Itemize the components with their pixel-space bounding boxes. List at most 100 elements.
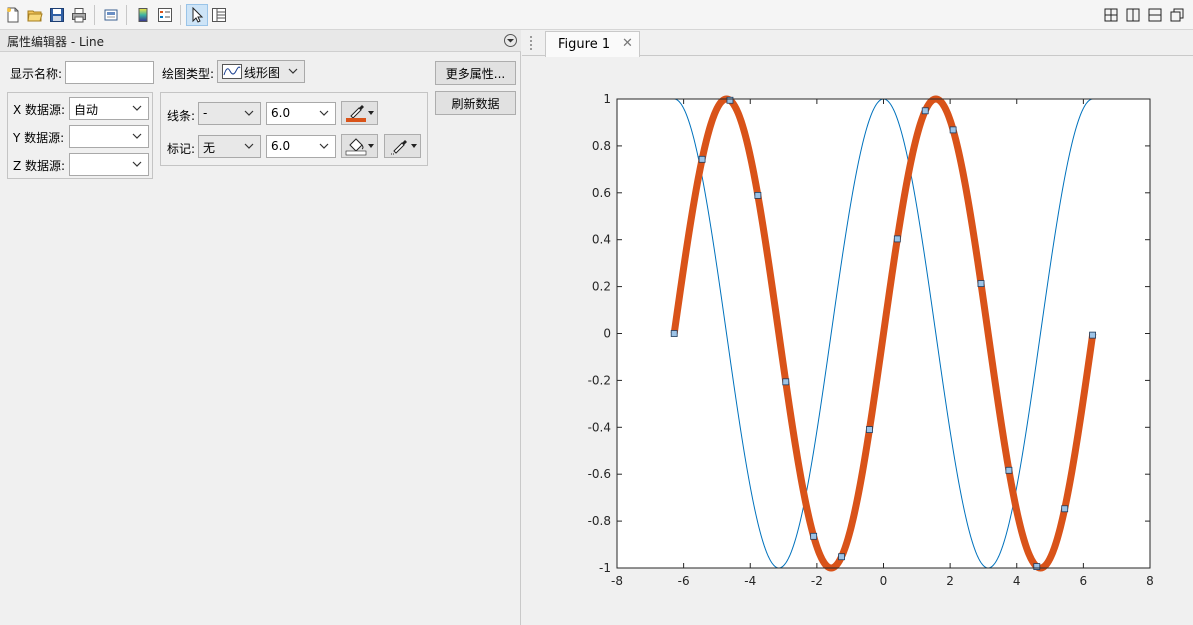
x-tick-label: -4 (744, 574, 756, 588)
restore-window-icon[interactable] (1166, 4, 1188, 26)
refresh-data-button[interactable]: 刷新数据 (435, 91, 516, 115)
plot-type-value: 线形图 (244, 66, 281, 80)
toolbar (0, 0, 1193, 30)
y-tick-label: 0.4 (592, 233, 611, 247)
line-color-button[interactable] (341, 101, 378, 125)
print-preview-icon[interactable] (100, 4, 122, 26)
x-tick-label: 2 (946, 574, 954, 588)
chevron-down-icon (319, 143, 329, 149)
chevron-down-icon (244, 110, 254, 116)
property-editor-header: 属性编辑器 - Line (0, 30, 521, 52)
chevron-down-icon (244, 143, 254, 149)
line-plot-icon (222, 64, 242, 79)
data-marker (1061, 505, 1069, 513)
data-marker (782, 378, 790, 386)
x-tick-label: 0 (880, 574, 888, 588)
close-icon[interactable]: ✕ (622, 36, 633, 51)
figure-tab-bar: Figure 1 ✕ (522, 30, 1193, 57)
print-icon[interactable] (68, 4, 90, 26)
x-source-select[interactable]: 自动 (69, 97, 149, 120)
data-marker (726, 96, 734, 104)
line-chart: -8 -6 -4 -2 0 2 4 6 8 -1 -0.8 -0.6 -0.4 -0.2 0 0.2 0.4 0.… (588, 92, 1154, 588)
data-marker (754, 192, 762, 199)
x-tick-label: -6 (678, 574, 690, 588)
y-tick-label: 0 (603, 327, 611, 341)
y-tick-label: -0.4 (588, 420, 611, 434)
y-tick-label: 0.2 (592, 280, 611, 294)
toolbar-separator (126, 5, 127, 25)
figure-canvas: -8 -6 -4 -2 0 2 4 6 8 -1 -0.8 -0.6 -0.4 -0.2 0 0.2 0.4 0.… (522, 57, 1193, 625)
line-style-value: - (203, 106, 208, 120)
line-width-select[interactable]: 6.0 (266, 102, 336, 125)
x-source-value: 自动 (74, 103, 99, 117)
chevron-down-icon (132, 161, 142, 167)
data-marker (810, 532, 818, 540)
pointer-icon[interactable] (186, 4, 208, 26)
display-name-label: 显示名称: (10, 67, 63, 81)
y-tick-label: -0.2 (588, 373, 611, 387)
x-tick-label: 8 (1146, 574, 1154, 588)
app-window: 属性编辑器 - Line 显示名称: 绘图类型: 线形图 更多属性... 刷新数… (0, 0, 1193, 625)
data-marker (1033, 563, 1041, 570)
plot-type-select[interactable]: 线形图 (217, 60, 305, 83)
line-width-value: 6.0 (271, 106, 291, 120)
caret-down-icon (368, 144, 374, 148)
marker-size-select[interactable]: 6.0 (266, 135, 336, 158)
legend-icon[interactable] (154, 4, 176, 26)
data-marker (670, 330, 678, 337)
y-tick-label: 0.8 (592, 139, 611, 153)
marker-value: 无 (203, 141, 216, 155)
toolbar-separator (180, 5, 181, 25)
fill-bucket-icon (345, 138, 367, 156)
marker-edge-color-button[interactable] (384, 134, 421, 158)
y-tick-label: 0.6 (592, 186, 611, 200)
line-label: 线条: (167, 109, 196, 123)
marker-face-color-button[interactable] (341, 134, 378, 158)
collapse-panel-icon[interactable] (504, 34, 517, 47)
y-source-label: Y 数据源: (13, 131, 65, 145)
drag-grip-icon[interactable] (530, 36, 536, 50)
caret-down-icon (411, 144, 417, 148)
chevron-down-icon (132, 105, 142, 111)
more-properties-button[interactable]: 更多属性... (435, 61, 516, 85)
colorbar-icon[interactable] (132, 4, 154, 26)
y-tick-label: -0.8 (588, 514, 611, 528)
property-editor-panel: 属性编辑器 - Line 显示名称: 绘图类型: 线形图 更多属性... 刷新数… (0, 30, 521, 625)
data-marker (977, 280, 985, 287)
property-editor-title: 属性编辑器 - Line (7, 35, 104, 49)
data-marker (866, 426, 873, 433)
y-source-select[interactable] (69, 125, 149, 148)
x-tick-label: -2 (811, 574, 823, 588)
property-editor-icon[interactable] (208, 4, 230, 26)
z-source-label: Z 数据源: (13, 159, 66, 173)
toolbar-separator (94, 5, 95, 25)
marker-label: 标记: (167, 142, 196, 156)
data-marker (1089, 331, 1096, 339)
x-source-label: X 数据源: (13, 103, 66, 117)
x-tick-label: 6 (1080, 574, 1088, 588)
tile-grid-icon[interactable] (1100, 4, 1122, 26)
data-marker (1005, 466, 1013, 474)
open-folder-icon[interactable] (24, 4, 46, 26)
data-marker (698, 155, 706, 163)
display-name-input[interactable] (65, 61, 154, 84)
data-marker (838, 553, 845, 561)
tab-figure-1[interactable]: Figure 1 ✕ (545, 31, 640, 57)
pen-icon (391, 140, 407, 155)
y-tick-label: 1 (603, 92, 611, 106)
line-color-icon (346, 105, 366, 122)
marker-select[interactable]: 无 (198, 135, 261, 158)
save-icon[interactable] (46, 4, 68, 26)
figure-area: Figure 1 ✕ -8 -6 -4 -2 0 2 4 6 8 -1 -0.8 -0.6 -0.4 -0… (522, 30, 1193, 625)
split-vertical-icon[interactable] (1122, 4, 1144, 26)
y-tick-label: -1 (599, 561, 611, 575)
line-style-select[interactable]: - (198, 102, 261, 125)
marker-size-value: 6.0 (271, 139, 291, 153)
y-tick-label: -0.6 (588, 467, 611, 481)
chevron-down-icon (132, 133, 142, 139)
z-source-select[interactable] (69, 153, 149, 176)
new-file-icon[interactable] (2, 4, 24, 26)
split-horizontal-icon[interactable] (1144, 4, 1166, 26)
data-marker (893, 235, 901, 243)
x-tick-label: -8 (611, 574, 623, 588)
